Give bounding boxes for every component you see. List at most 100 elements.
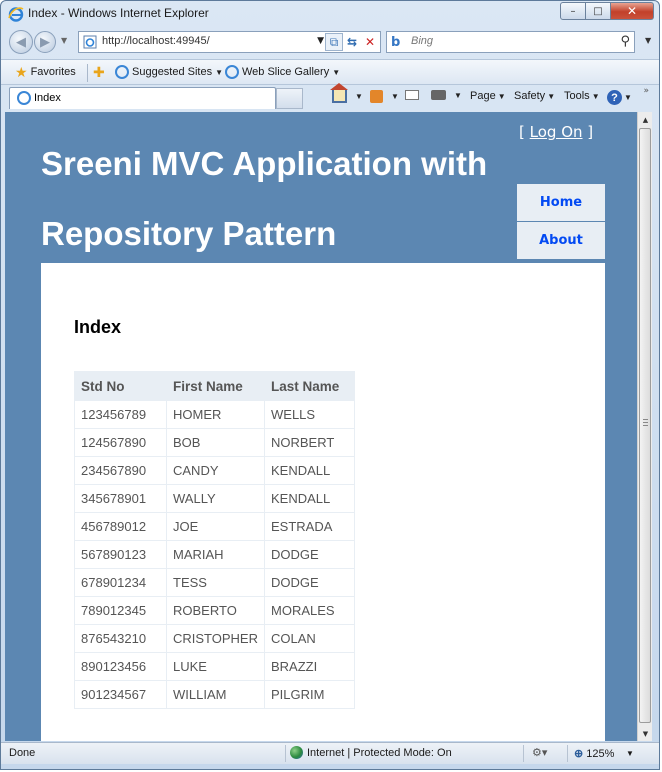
help-icon: ? <box>607 90 622 105</box>
feeds-button[interactable]: ▼ <box>370 90 399 103</box>
status-text: Done <box>9 747 36 759</box>
back-button[interactable]: ◀ <box>9 30 33 54</box>
scroll-down-icon[interactable]: ▼ <box>638 726 653 741</box>
scroll-up-icon[interactable]: ▲ <box>638 112 653 127</box>
login-display: [ Log On ] <box>519 123 593 141</box>
table-row: 456789012 JOE ESTRADA <box>74 512 355 541</box>
maximize-button[interactable]: □ <box>586 2 611 20</box>
cell-std-no: 901234567 <box>74 680 167 709</box>
forward-button[interactable]: ▶ <box>34 31 56 53</box>
printer-icon <box>431 90 446 100</box>
ie-page-icon <box>17 91 31 105</box>
web-slice-gallery-label: Web Slice Gallery <box>242 66 330 78</box>
column-header-first-name: First Name <box>166 371 265 401</box>
cell-std-no: 456789012 <box>74 512 167 541</box>
search-options-dropdown[interactable]: ▼ <box>645 36 651 45</box>
menu-item-about[interactable]: About <box>517 222 605 260</box>
window-title: Index - Windows Internet Explorer <box>28 6 209 20</box>
cell-first-name: TESS <box>166 568 265 597</box>
cell-last-name: DODGE <box>264 568 355 597</box>
suggested-sites-label: Suggested Sites <box>132 66 213 78</box>
safety-menu[interactable]: Safety ▼ <box>514 90 555 102</box>
address-dropdown-icon[interactable]: ▼ <box>317 36 324 46</box>
chevron-down-icon: ▼ <box>215 67 224 77</box>
cell-last-name: MORALES <box>264 596 355 625</box>
cell-std-no: 678901234 <box>74 568 167 597</box>
close-button[interactable]: ✕ <box>611 2 654 20</box>
table-row: 678901234 TESS DODGE <box>74 568 355 597</box>
table-row: 890123456 LUKE BRAZZI <box>74 652 355 681</box>
address-bar[interactable]: http://localhost:49945/ ▼ ⧉ ⇆ ✕ <box>78 31 381 53</box>
chevron-down-icon: ▼ <box>355 92 363 101</box>
search-box[interactable]: b Bing ⚲ <box>386 31 635 53</box>
search-icon[interactable]: ⚲ <box>620 34 630 49</box>
refresh-icon[interactable]: ⇆ <box>343 33 361 51</box>
tools-menu[interactable]: Tools ▼ <box>564 90 600 102</box>
table-row: 345678901 WALLY KENDALL <box>74 484 355 513</box>
cell-last-name: NORBERT <box>264 428 355 457</box>
zoom-control[interactable]: ⊕ 125% <box>574 747 614 761</box>
cell-first-name: JOE <box>166 512 265 541</box>
ie-page-icon <box>115 65 129 79</box>
compatibility-view-icon[interactable]: ⧉ <box>325 33 343 51</box>
stop-icon[interactable]: ✕ <box>361 33 379 51</box>
bing-icon: b <box>391 35 401 50</box>
scrollbar-thumb[interactable] <box>639 128 651 723</box>
security-zone[interactable]: Internet | Protected Mode: On <box>290 746 452 759</box>
log-on-link[interactable]: Log On <box>530 123 583 141</box>
safety-menu-label: Safety <box>514 90 546 102</box>
cell-first-name: CRISTOPHER <box>166 624 265 653</box>
suggested-sites-item[interactable]: Suggested Sites ▼ <box>115 65 223 79</box>
home-button[interactable]: ▼ <box>330 83 363 103</box>
globe-icon <box>290 746 303 759</box>
cell-last-name: KENDALL <box>264 456 355 485</box>
back-arrow-icon: ◀ <box>16 34 26 50</box>
separator <box>87 64 88 82</box>
home-icon <box>330 83 348 103</box>
ie-page-icon <box>225 65 239 79</box>
rss-feed-icon <box>370 90 383 103</box>
add-favorite-icon: ✚ <box>93 64 105 80</box>
zoom-dropdown-icon[interactable]: ▼ <box>626 749 634 758</box>
tab-row: Index ▼ ▼ ▼ Page ▼ Safety ▼ Tools ▼ ? ▼ … <box>1 83 659 110</box>
print-button[interactable]: ▼ <box>431 90 462 100</box>
minimize-button[interactable]: – <box>560 2 586 20</box>
favorites-button[interactable]: ★ Favorites <box>15 65 76 79</box>
table-row: 124567890 BOB NORBERT <box>74 428 355 457</box>
read-mail-button[interactable] <box>405 90 419 100</box>
favorites-label: Favorites <box>30 66 76 78</box>
page-icon <box>83 35 97 49</box>
tools-menu-label: Tools <box>564 90 590 102</box>
chevron-down-icon: ▼ <box>497 91 506 101</box>
login-bracket-close: ] <box>587 123 594 141</box>
table-row: 567890123 MARIAH DODGE <box>74 540 355 569</box>
browser-window: Index - Windows Internet Explorer – □ ✕ … <box>0 0 660 770</box>
cell-first-name: LUKE <box>166 652 265 681</box>
add-to-favorites-button[interactable]: ✚ <box>93 65 105 79</box>
cell-last-name: DODGE <box>264 540 355 569</box>
vertical-scrollbar[interactable]: ▲ ▼ <box>637 112 652 741</box>
cell-first-name: BOB <box>166 428 265 457</box>
cell-std-no: 345678901 <box>74 484 167 513</box>
protected-mode-icon[interactable]: ⚙▾ <box>532 746 547 759</box>
cell-first-name: CANDY <box>166 456 265 485</box>
recent-pages-dropdown[interactable]: ▼ <box>61 36 67 45</box>
column-header-std-no: Std No <box>74 371 167 401</box>
tab-index[interactable]: Index <box>9 87 276 109</box>
web-slice-gallery-item[interactable]: Web Slice Gallery ▼ <box>225 65 340 79</box>
separator <box>523 745 524 762</box>
page-viewport: [ Log On ] Sreeni MVC Application with R… <box>5 112 637 741</box>
more-commands-icon[interactable]: » <box>643 86 649 96</box>
page-menu[interactable]: Page ▼ <box>470 90 506 102</box>
address-text[interactable]: http://localhost:49945/ <box>102 35 210 47</box>
menu-item-home[interactable]: Home <box>517 184 605 222</box>
security-zone-label: Internet | Protected Mode: On <box>307 746 452 759</box>
search-input[interactable]: Bing <box>411 35 433 47</box>
separator <box>285 745 286 762</box>
chevron-down-icon: ▼ <box>624 93 632 102</box>
new-tab-button[interactable] <box>276 88 303 109</box>
cell-last-name: ESTRADA <box>264 512 355 541</box>
help-menu[interactable]: ? ▼ <box>607 90 632 105</box>
table-row: 234567890 CANDY KENDALL <box>74 456 355 485</box>
cell-std-no: 234567890 <box>74 456 167 485</box>
